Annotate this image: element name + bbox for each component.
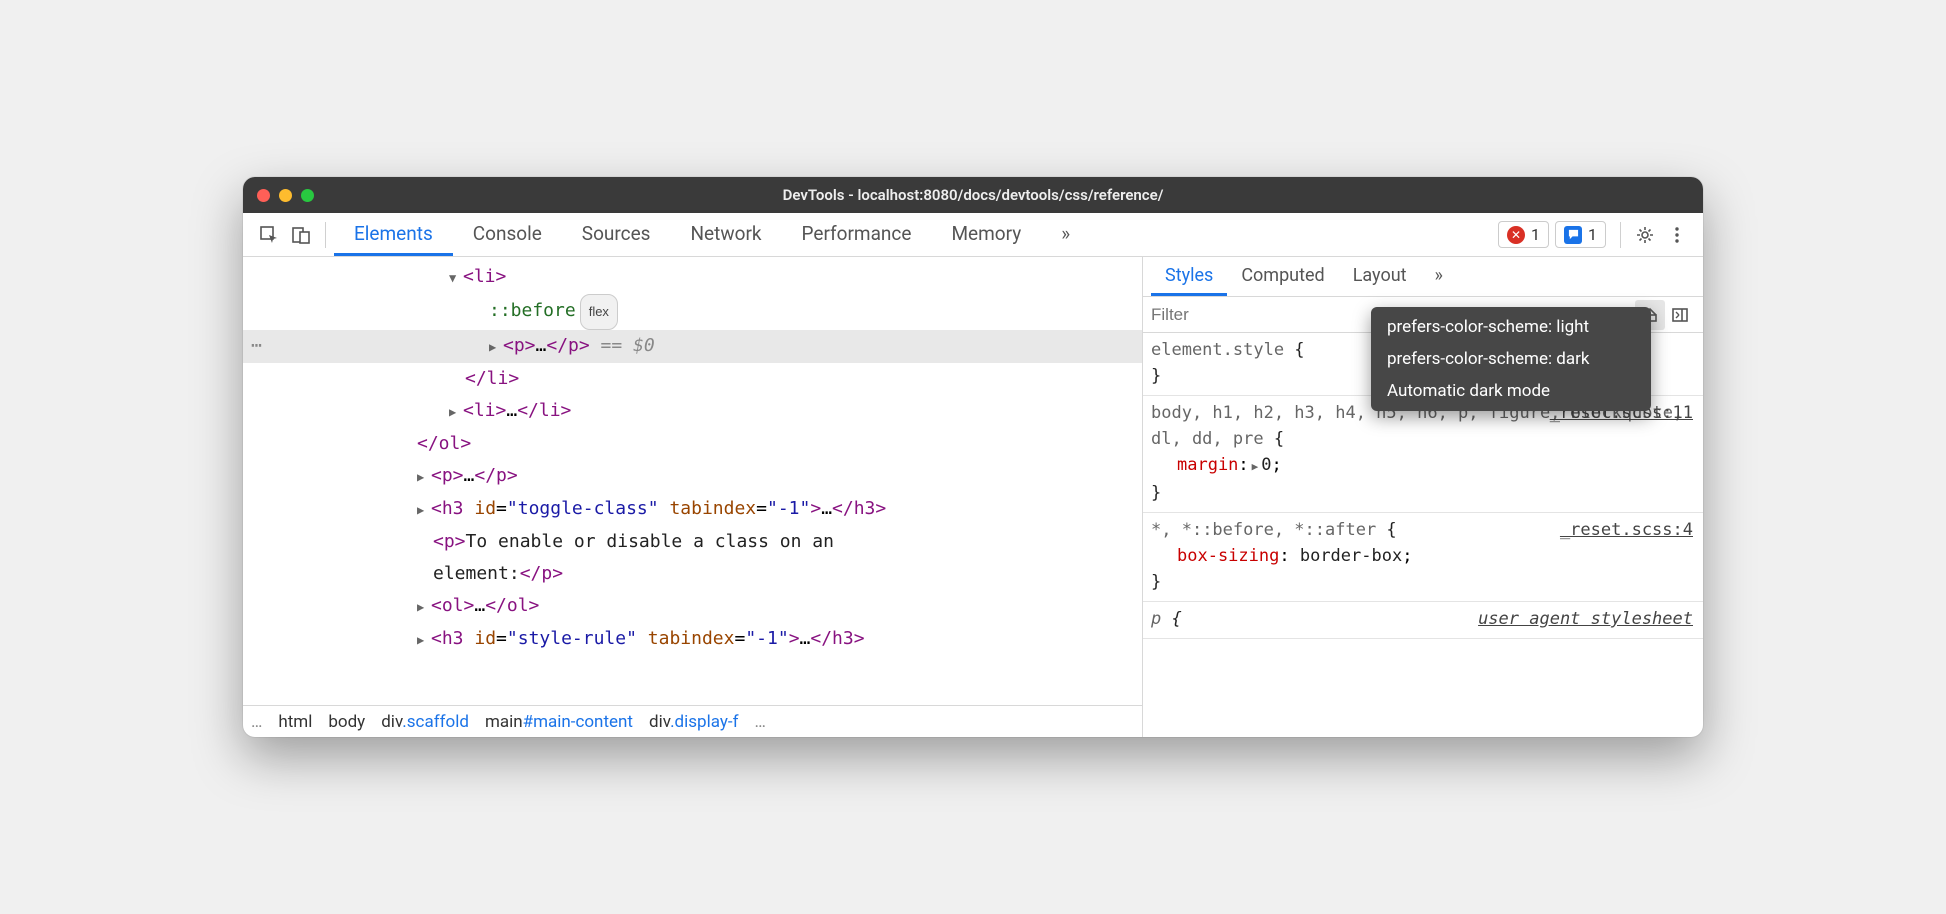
tab-layout[interactable]: Layout [1339, 257, 1421, 296]
tab-elements[interactable]: Elements [334, 213, 453, 256]
tab-network[interactable]: Network [670, 213, 781, 256]
breadcrumb[interactable]: … html body div.scaffold main#main-conte… [243, 705, 1142, 737]
tree-row[interactable]: ▼<li> [243, 261, 1142, 294]
styles-tabs: Styles Computed Layout » [1143, 257, 1703, 297]
tree-row[interactable]: ▶<h3 id="style-rule" tabindex="-1">…</h3… [243, 623, 1142, 656]
tree-row[interactable]: <p>To enable or disable a class on an [243, 526, 1142, 558]
breadcrumb-item[interactable]: html [278, 712, 312, 732]
expand-arrow-icon[interactable]: ▶ [449, 396, 461, 428]
tree-row[interactable]: ▶<p>…</p> [243, 460, 1142, 493]
tab-styles[interactable]: Styles [1151, 257, 1227, 296]
selected-element-var: == $0 [590, 335, 655, 356]
error-icon: ✕ [1507, 226, 1525, 244]
minimize-window-button[interactable] [279, 189, 292, 202]
popup-item-dark[interactable]: prefers-color-scheme: dark [1371, 343, 1651, 375]
user-agent-stylesheet-label: user agent stylesheet [1478, 606, 1693, 632]
device-toggle-icon[interactable] [285, 219, 317, 251]
devtools-window: DevTools - localhost:8080/docs/devtools/… [243, 177, 1703, 737]
main-tabs: Elements Console Sources Network Perform… [334, 213, 1090, 256]
expand-arrow-icon[interactable]: ▶ [417, 494, 429, 526]
breadcrumb-more-right[interactable]: … [755, 712, 766, 732]
expand-arrow-icon[interactable]: ▶ [417, 591, 429, 623]
window-title: DevTools - localhost:8080/docs/devtools/… [243, 186, 1703, 204]
styles-panel: Styles Computed Layout » :hov .cls [1143, 257, 1703, 737]
expand-shorthand-icon[interactable]: ▶ [1252, 460, 1259, 473]
breadcrumb-item[interactable]: main#main-content [485, 712, 633, 732]
source-link[interactable]: _reset.scss:4 [1560, 517, 1693, 543]
tabs-overflow-icon[interactable]: » [1041, 213, 1090, 256]
tree-row[interactable]: </li> [243, 363, 1142, 395]
elements-panel: ▼<li> ::beforeflex ▶<p>…</p> == $0 </li>… [243, 257, 1143, 737]
toggle-computed-sidebar-icon[interactable] [1665, 300, 1695, 330]
tab-computed[interactable]: Computed [1227, 257, 1338, 296]
breadcrumb-more-left[interactable]: … [251, 712, 262, 732]
tree-row[interactable]: </ol> [243, 428, 1142, 460]
errors-badge[interactable]: ✕ 1 [1498, 221, 1549, 248]
tab-sources[interactable]: Sources [562, 213, 671, 256]
popup-item-light[interactable]: prefers-color-scheme: light [1371, 311, 1651, 343]
content: ▼<li> ::beforeflex ▶<p>…</p> == $0 </li>… [243, 257, 1703, 737]
messages-count: 1 [1588, 225, 1597, 244]
tree-row-selected[interactable]: ▶<p>…</p> == $0 [243, 330, 1142, 363]
tree-row[interactable]: element:</p> [243, 558, 1142, 590]
tab-console[interactable]: Console [453, 213, 562, 256]
settings-icon[interactable] [1629, 219, 1661, 251]
more-icon[interactable] [1661, 219, 1693, 251]
expand-arrow-icon[interactable]: ▶ [489, 331, 501, 363]
breadcrumb-item[interactable]: body [328, 712, 365, 732]
main-toolbar: Elements Console Sources Network Perform… [243, 213, 1703, 257]
flex-badge[interactable]: flex [580, 294, 618, 330]
inspect-element-icon[interactable] [253, 219, 285, 251]
css-property[interactable]: margin:▶0; [1151, 452, 1695, 480]
close-window-button[interactable] [257, 189, 270, 202]
tab-memory[interactable]: Memory [931, 213, 1041, 256]
messages-badge[interactable]: 1 [1555, 221, 1606, 248]
style-rule[interactable]: _reset.scss:11 body, h1, h2, h3, h4, h5,… [1143, 396, 1703, 513]
style-rule[interactable]: _reset.scss:4 *, *::before, *::after { b… [1143, 513, 1703, 602]
tree-row[interactable]: ::beforeflex [243, 294, 1142, 330]
divider [1620, 222, 1621, 248]
errors-count: 1 [1531, 225, 1540, 244]
expand-arrow-icon[interactable]: ▶ [417, 624, 429, 656]
css-property[interactable]: box-sizing: border-box; [1151, 543, 1695, 569]
tree-row[interactable]: ▶<li>…</li> [243, 395, 1142, 428]
tree-row[interactable]: ▶<ol>…</ol> [243, 590, 1142, 623]
style-rule[interactable]: user agent stylesheet p { [1143, 602, 1703, 639]
message-icon [1564, 226, 1582, 244]
expand-arrow-icon[interactable]: ▶ [417, 461, 429, 493]
expand-arrow-icon[interactable]: ▼ [449, 262, 461, 294]
breadcrumb-item[interactable]: div.scaffold [381, 712, 469, 732]
breadcrumb-item[interactable]: div.display-f [649, 712, 739, 732]
maximize-window-button[interactable] [301, 189, 314, 202]
tab-performance[interactable]: Performance [782, 213, 932, 256]
popup-item-auto-dark[interactable]: Automatic dark mode [1371, 375, 1651, 407]
tabs-overflow-icon[interactable]: » [1421, 257, 1457, 296]
titlebar: DevTools - localhost:8080/docs/devtools/… [243, 177, 1703, 213]
emulation-popup: prefers-color-scheme: light prefers-colo… [1371, 307, 1651, 411]
dom-tree[interactable]: ▼<li> ::beforeflex ▶<p>…</p> == $0 </li>… [243, 257, 1142, 705]
tree-row[interactable]: ▶<h3 id="toggle-class" tabindex="-1">…</… [243, 493, 1142, 526]
divider [325, 222, 326, 248]
traffic-lights [257, 189, 314, 202]
